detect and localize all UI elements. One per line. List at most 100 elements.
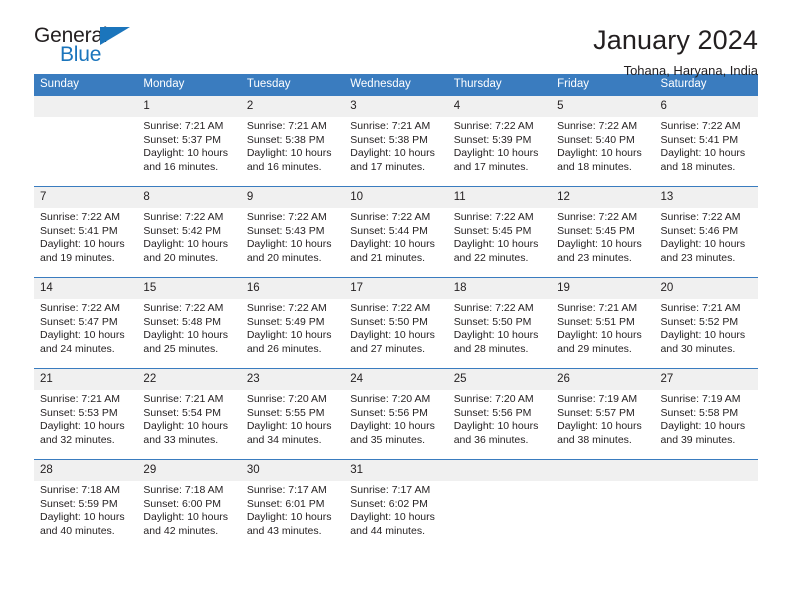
calendar-day-cell[interactable]: 21 Sunrise: 7:21 AM Sunset: 5:53 PM Dayligh… [34,368,138,460]
sunset-text: Sunset: 5:48 PM [143,315,222,328]
daylight-line2-text: and 16 minutes. [143,160,219,173]
day-number: 27 [654,369,758,390]
daylight-line1-text: Daylight: 10 hours [453,329,539,342]
calendar-day-cell[interactable]: 8 Sunrise: 7:22 AM Sunset: 5:42 PM Daylight… [137,186,241,278]
calendar-day-cell[interactable]: 12 Sunrise: 7:22 AM Sunset: 5:45 PM Dayligh… [551,186,655,278]
sunset-text: Sunset: 5:38 PM [246,133,325,146]
day-number [551,460,655,481]
calendar-day-cell[interactable]: 11 Sunrise: 7:22 AM Sunset: 5:45 PM Dayligh… [447,186,552,278]
day-sun-info: Sunrise: 7:22 AM Sunset: 5:45 PM Daylight:… [448,208,551,265]
daylight-line2-text: and 20 minutes. [143,251,219,264]
calendar-week-row: 1 Sunrise: 7:21 AM Sunset: 5:37 PM Daylight… [34,95,758,187]
calendar-day-cell[interactable]: 28 Sunrise: 7:18 AM Sunset: 5:59 PM Dayligh… [34,459,138,550]
day-sun-info: Sunrise: 7:21 AM Sunset: 5:37 PM Daylight:… [137,117,240,174]
calendar-day-cell[interactable]: 1 Sunrise: 7:21 AM Sunset: 5:37 PM Daylight… [137,95,241,187]
day-number: 30 [240,460,345,481]
calendar-day-cell[interactable]: 25 Sunrise: 7:20 AM Sunset: 5:56 PM Dayligh… [447,368,552,460]
calendar-day-cell[interactable]: 6 Sunrise: 7:22 AM Sunset: 5:41 PM Daylight… [654,95,758,187]
day-sun-info: Sunrise: 7:22 AM Sunset: 5:48 PM Daylight:… [137,299,240,356]
logo-text-blue: Blue [60,43,102,66]
calendar-day-cell[interactable]: 20 Sunrise: 7:21 AM Sunset: 5:52 PM Dayligh… [654,277,758,369]
calendar-day-cell[interactable]: 19 Sunrise: 7:21 AM Sunset: 5:51 PM Dayligh… [551,277,655,369]
day-number: 8 [137,187,241,208]
daylight-line1-text: Daylight: 10 hours [246,238,332,251]
day-sun-info: Sunrise: 7:22 AM Sunset: 5:39 PM Daylight:… [448,117,551,174]
daylight-line2-text: and 27 minutes. [350,342,425,355]
daylight-line1-text: Daylight: 10 hours [660,329,746,342]
day-number: 15 [137,278,241,299]
sunrise-text: Sunrise: 7:22 AM [246,302,327,314]
generalblue-logo[interactable]: General Blue [34,24,154,72]
daylight-line1-text: Daylight: 10 hours [246,329,332,342]
calendar-day-cell[interactable]: 2 Sunrise: 7:21 AM Sunset: 5:38 PM Daylight… [240,95,345,187]
calendar-day-cell[interactable]: 10 Sunrise: 7:22 AM Sunset: 5:44 PM Dayligh… [344,186,448,278]
calendar-day-cell[interactable]: 24 Sunrise: 7:20 AM Sunset: 5:56 PM Dayligh… [344,368,448,460]
sunset-text: Sunset: 5:45 PM [557,224,635,237]
calendar-day-cell[interactable]: 3 Sunrise: 7:21 AM Sunset: 5:38 PM Daylight… [344,95,448,187]
daylight-line2-text: and 34 minutes. [246,433,322,446]
day-sun-info: Sunrise: 7:21 AM Sunset: 5:54 PM Daylight:… [137,390,240,447]
daylight-line1-text: Daylight: 10 hours [660,420,746,433]
day-number: 14 [34,278,138,299]
calendar-day-cell[interactable]: 9 Sunrise: 7:22 AM Sunset: 5:43 PM Daylight… [240,186,345,278]
calendar-day-cell[interactable]: 30 Sunrise: 7:17 AM Sunset: 6:01 PM Dayligh… [240,459,345,550]
calendar-day-cell[interactable]: 26 Sunrise: 7:19 AM Sunset: 5:57 PM Dayligh… [551,368,655,460]
daylight-line1-text: Daylight: 10 hours [453,147,539,160]
sunset-text: Sunset: 5:49 PM [246,315,325,328]
day-sun-info: Sunrise: 7:22 AM Sunset: 5:50 PM Daylight:… [448,299,551,356]
calendar-day-cell[interactable]: 13 Sunrise: 7:22 AM Sunset: 5:46 PM Dayligh… [654,186,758,278]
sunset-text: Sunset: 5:59 PM [40,497,118,510]
calendar-day-cell[interactable]: 23 Sunrise: 7:20 AM Sunset: 5:55 PM Dayligh… [240,368,345,460]
sunrise-text: Sunrise: 7:22 AM [557,211,638,223]
calendar-day-cell[interactable]: 27 Sunrise: 7:19 AM Sunset: 5:58 PM Dayligh… [654,368,758,460]
calendar-day-cell[interactable]: 22 Sunrise: 7:21 AM Sunset: 5:54 PM Dayligh… [137,368,241,460]
sunset-text: Sunset: 5:37 PM [143,133,222,146]
daylight-line2-text: and 26 minutes. [246,342,322,355]
day-number: 25 [447,369,552,390]
calendar-day-cell[interactable]: 5 Sunrise: 7:22 AM Sunset: 5:40 PM Daylight… [551,95,655,187]
daylight-line1-text: Daylight: 10 hours [143,329,229,342]
day-number: 18 [447,278,552,299]
day-sun-info: Sunrise: 7:19 AM Sunset: 5:57 PM Daylight:… [551,390,654,447]
calendar-day-cell[interactable]: 29 Sunrise: 7:18 AM Sunset: 6:00 PM Dayligh… [137,459,241,550]
calendar-day-cell[interactable]: 7 Sunrise: 7:22 AM Sunset: 5:41 PM Daylight… [34,186,138,278]
sunrise-text: Sunrise: 7:17 AM [246,484,327,496]
sunrise-text: Sunrise: 7:22 AM [660,120,741,132]
daylight-line1-text: Daylight: 10 hours [350,147,435,160]
day-number: 23 [240,369,345,390]
daylight-line1-text: Daylight: 10 hours [350,420,435,433]
day-number: 11 [447,187,552,208]
daylight-line2-text: and 29 minutes. [557,342,632,355]
calendar-day-cell[interactable]: 16 Sunrise: 7:22 AM Sunset: 5:49 PM Dayligh… [240,277,345,369]
calendar-day-cell[interactable]: 15 Sunrise: 7:22 AM Sunset: 5:48 PM Dayligh… [137,277,241,369]
daylight-line2-text: and 44 minutes. [350,524,425,537]
day-number [34,96,138,117]
calendar-day-cell[interactable]: 14 Sunrise: 7:22 AM Sunset: 5:47 PM Dayligh… [34,277,138,369]
daylight-line2-text: and 25 minutes. [143,342,219,355]
day-number: 5 [551,96,655,117]
day-sun-info: Sunrise: 7:19 AM Sunset: 5:58 PM Daylight:… [655,390,758,447]
day-number: 13 [654,187,758,208]
day-number: 3 [344,96,448,117]
blue-triangle-icon [100,27,130,45]
sunrise-text: Sunrise: 7:19 AM [660,393,741,405]
sunrise-text: Sunrise: 7:21 AM [660,302,741,314]
sunrise-text: Sunrise: 7:21 AM [557,302,638,314]
day-sun-info: Sunrise: 7:22 AM Sunset: 5:42 PM Daylight:… [137,208,240,265]
sunset-text: Sunset: 5:42 PM [143,224,222,237]
weekday-header-thursday: Thursday [447,74,552,96]
daylight-line2-text: and 21 minutes. [350,251,425,264]
daylight-line1-text: Daylight: 10 hours [40,329,125,342]
day-sun-info: Sunrise: 7:22 AM Sunset: 5:49 PM Daylight:… [241,299,344,356]
calendar-page: General Blue January 2024 Tohana, Haryan… [0,0,792,612]
day-number: 19 [551,278,655,299]
calendar-day-cell[interactable]: 31 Sunrise: 7:17 AM Sunset: 6:02 PM Dayligh… [344,459,448,550]
sunset-text: Sunset: 5:56 PM [350,406,428,419]
day-number: 12 [551,187,655,208]
calendar-day-cell[interactable]: 18 Sunrise: 7:22 AM Sunset: 5:50 PM Dayligh… [447,277,552,369]
daylight-line1-text: Daylight: 10 hours [453,238,539,251]
weekday-header-sunday: Sunday [34,74,138,96]
calendar-day-cell[interactable]: 4 Sunrise: 7:22 AM Sunset: 5:39 PM Daylight… [447,95,552,187]
calendar-day-cell[interactable]: 17 Sunrise: 7:22 AM Sunset: 5:50 PM Dayligh… [344,277,448,369]
page-title: January 2024 [593,25,758,55]
